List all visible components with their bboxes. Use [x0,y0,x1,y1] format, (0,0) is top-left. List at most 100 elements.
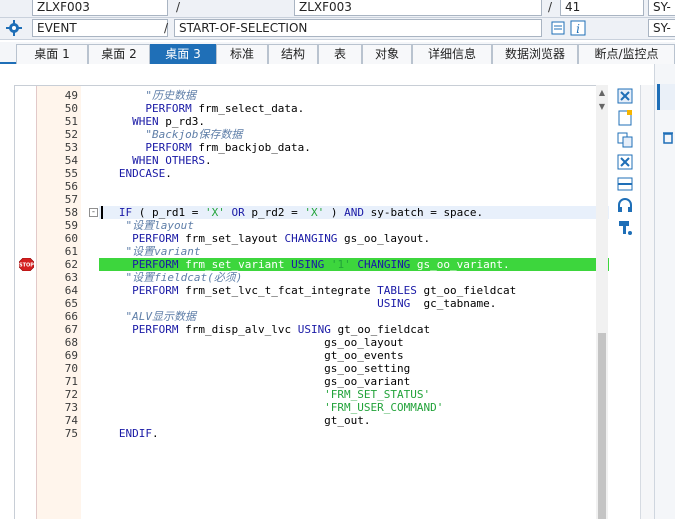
stop-breakpoint-icon[interactable]: STOP [18,257,35,272]
code-text[interactable]: IF ( p_rd1 = 'X' OR p_rd2 = 'X' ) AND sy… [99,206,609,219]
code-text[interactable]: PERFORM frm_disp_alv_lvc USING gt_oo_fie… [99,323,609,336]
text-cursor [101,206,103,219]
code-text[interactable]: WHEN p_rd3. [99,115,609,128]
code-line[interactable]: 61 "设置variant [15,245,609,258]
tab-desktop-3[interactable]: 桌面 3 [150,44,216,64]
code-line[interactable]: 67 PERFORM frm_disp_alv_lvc USING gt_oo_… [15,323,609,336]
tab-data-browser[interactable]: 数据浏览器 [492,44,578,64]
code-line[interactable]: 55 ENDCASE. [15,167,609,180]
line-number: 68 [64,336,78,349]
gear-icon[interactable] [6,20,22,36]
event-value-field[interactable]: START-OF-SELECTION [174,19,542,37]
code-line[interactable]: 56 [15,180,609,193]
code-text[interactable]: "设置layout [99,219,609,232]
include-field[interactable]: ZLXF003 [294,0,542,16]
code-line[interactable]: 60 PERFORM frm_set_layout CHANGING gs_oo… [15,232,609,245]
line-number: 71 [64,375,78,388]
code-line[interactable]: 59 "设置layout [15,219,609,232]
tab-table[interactable]: 表 [318,44,362,64]
code-text[interactable]: PERFORM frm_set_layout CHANGING gs_oo_la… [99,232,609,245]
code-line[interactable]: 54 WHEN OTHERS. [15,154,609,167]
code-line[interactable]: 64 PERFORM frm_set_lvc_t_fcat_integrate … [15,284,609,297]
edit-icon[interactable] [550,20,566,36]
code-line[interactable]: 75 ENDIF. [15,427,609,440]
code-line[interactable]: 62 PERFORM frm_set_variant USING '1' CHA… [15,257,609,272]
trash-icon[interactable] [661,130,675,144]
scroll-thumb[interactable] [598,333,606,519]
tab-standard[interactable]: 标准 [216,44,268,64]
tab-desktop-1[interactable]: 桌面 1 [16,44,88,64]
scroll-up-icon[interactable]: ▲ [597,87,607,99]
sysvar-field-1[interactable]: SY- [648,0,675,16]
code-text[interactable]: gs_oo_setting [99,362,609,375]
svg-text:STOP: STOP [19,263,34,269]
tab-breakpoints[interactable]: 断点/监控点 [578,44,675,64]
code-text[interactable]: "设置variant [99,245,609,258]
code-text[interactable] [99,193,609,206]
code-text[interactable]: WHEN OTHERS. [99,154,609,167]
code-line[interactable]: 57 [15,193,609,206]
code-text[interactable]: PERFORM frm_set_variant USING '1' CHANGI… [99,258,609,271]
code-text[interactable]: PERFORM frm_set_lvc_t_fcat_integrate TAB… [99,284,609,297]
copy-icon[interactable] [616,131,634,149]
code-text[interactable]: PERFORM frm_backjob_data. [99,141,609,154]
code-text[interactable]: "Backjob保存数据 [99,128,609,141]
code-line[interactable]: 68 gs_oo_layout [15,336,609,349]
headset-icon[interactable] [616,197,634,215]
tab-structure[interactable]: 结构 [268,44,318,64]
code-text[interactable]: gs_oo_layout [99,336,609,349]
source-code-editor[interactable]: 49 "历史数据 50 PERFORM frm_select_data. 51 WH… [14,85,609,519]
code-text[interactable]: ENDCASE. [99,167,609,180]
line-number: 69 [64,349,78,362]
code-text[interactable]: gt_oo_events [99,349,609,362]
code-line[interactable]: 69 gt_oo_events [15,349,609,362]
code-text[interactable]: gs_oo_variant [99,375,609,388]
code-line[interactable]: 52 "Backjob保存数据 [15,128,609,141]
scroll-down-icon[interactable]: ▼ [597,101,607,113]
code-text[interactable]: gt_out. [99,414,609,427]
side-panel-tab[interactable] [657,84,675,110]
code-text[interactable]: "设置fieldcat(必须) [99,271,609,284]
code-text[interactable]: 'FRM_SET_STATUS' [99,388,609,401]
code-text[interactable]: "ALV显示数据 [99,310,609,323]
tools-icon[interactable] [616,219,634,237]
code-line[interactable]: 72 'FRM_SET_STATUS' [15,388,609,401]
code-line[interactable]: 58 IF ( p_rd1 = 'X' OR p_rd2 = 'X' ) AND… [15,206,609,219]
line-field[interactable]: 41 [560,0,644,16]
code-text[interactable]: PERFORM frm_select_data. [99,102,609,115]
sysvar-field-2[interactable]: SY- [648,19,675,37]
new-document-icon[interactable] [616,109,634,127]
program-field[interactable]: ZLXF003 [32,0,168,16]
panel-splitter[interactable] [640,85,654,519]
delete-icon[interactable] [616,153,634,171]
code-line[interactable]: 51 WHEN p_rd3. [15,115,609,128]
editor-vertical-scrollbar[interactable]: ▲ ▼ [596,85,608,519]
separator-slash: / [164,21,169,35]
code-line[interactable]: 49 "历史数据 [15,89,609,102]
tab-object[interactable]: 对象 [362,44,412,64]
code-text[interactable]: USING gc_tabname. [99,297,609,310]
code-line[interactable]: 50 PERFORM frm_select_data. [15,102,609,115]
tab-details[interactable]: 详细信息 [412,44,492,64]
code-line[interactable]: 53 PERFORM frm_backjob_data. [15,141,609,154]
code-text[interactable]: ENDIF. [99,427,609,440]
line-number: 51 [64,115,78,128]
code-line[interactable]: 73 'FRM_USER_COMMAND' [15,401,609,414]
info-icon[interactable]: i [570,20,586,36]
line-number: 70 [64,362,78,375]
split-view-icon[interactable] [616,175,634,193]
code-line[interactable]: 74 gt_out. [15,414,609,427]
code-line[interactable]: 63 "设置fieldcat(必须) [15,271,609,284]
code-text[interactable]: "历史数据 [99,89,609,102]
fold-toggle-icon[interactable]: - [89,208,98,217]
code-line[interactable]: 66 "ALV显示数据 [15,310,609,323]
code-line[interactable]: 65 USING gc_tabname. [15,297,609,310]
code-text[interactable]: 'FRM_USER_COMMAND' [99,401,609,414]
close-x-icon[interactable] [616,87,634,105]
code-line[interactable]: 71 gs_oo_variant [15,375,609,388]
event-label-field[interactable]: EVENT [32,19,168,37]
code-line[interactable]: 70 gs_oo_setting [15,362,609,375]
code-text[interactable] [99,180,609,193]
tab-desktop-2[interactable]: 桌面 2 [88,44,150,64]
info-row-1: ZLXF003 / ZLXF003 / 41 SY- [0,0,675,18]
